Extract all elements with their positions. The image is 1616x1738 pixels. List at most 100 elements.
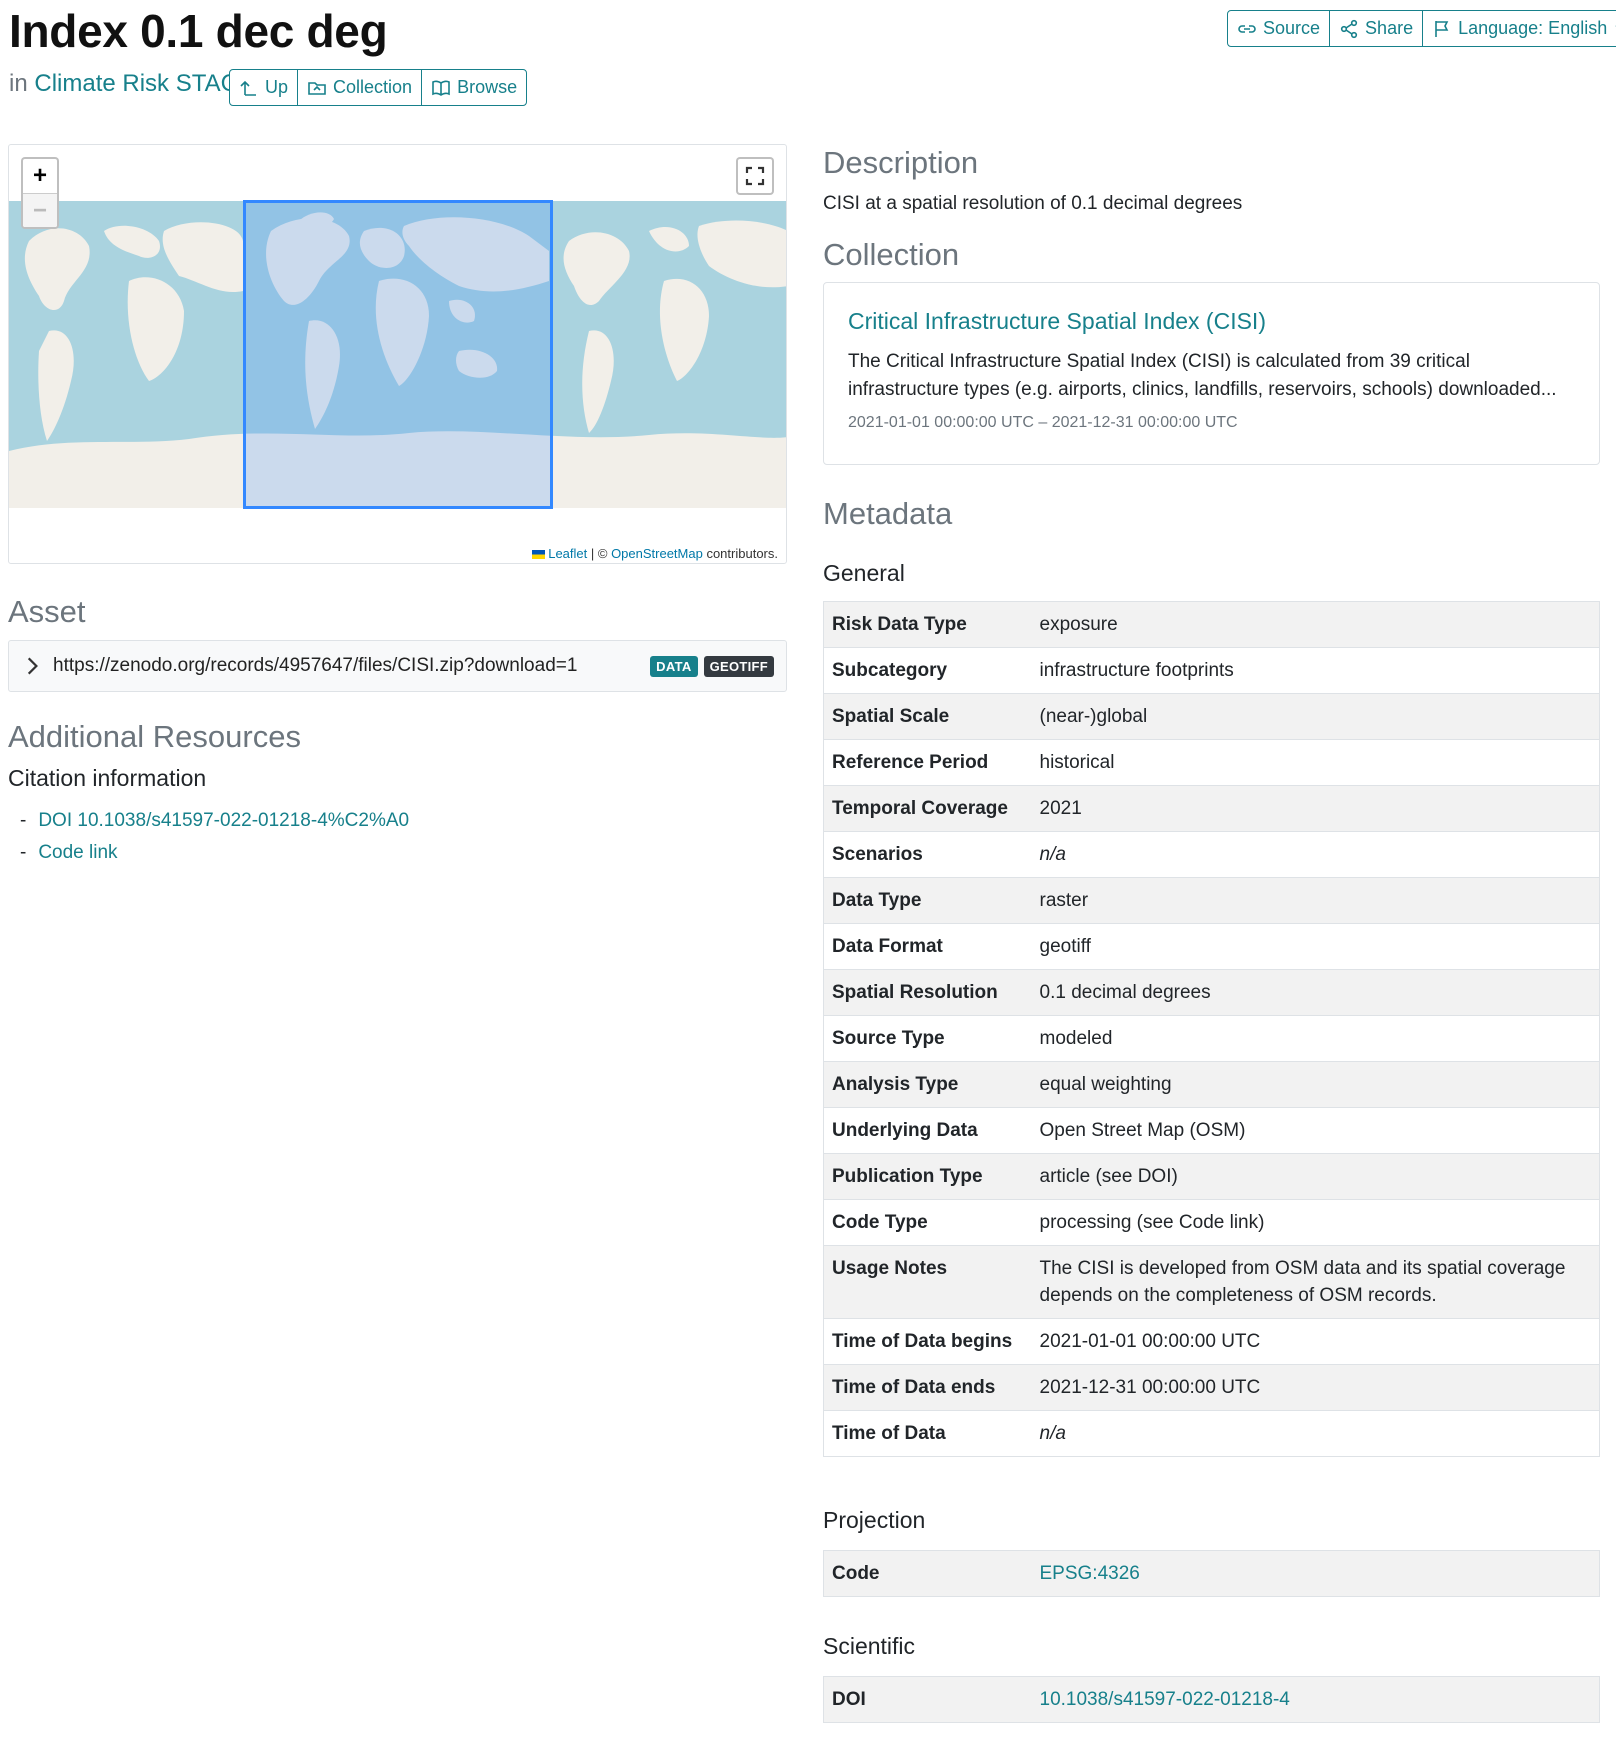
catalog-link[interactable]: Climate Risk STAC (34, 70, 238, 97)
share-button-label: Share (1365, 18, 1414, 38)
table-row: Time of Data begins 2021-01-01 00:00:00 U… (823, 1318, 1600, 1365)
attribution-suffix: contributors. (702, 546, 778, 561)
zoom-out-button[interactable]: − (23, 193, 57, 227)
fullscreen-icon (745, 166, 765, 186)
metadata-value: 10.1038/s41597-022-01218-4 (1031, 1676, 1600, 1723)
table-row: Risk Data Type exposure (823, 601, 1600, 648)
metadata-value: Open Street Map (OSM) (1031, 1107, 1600, 1154)
table-row: Temporal Coverage 2021 (823, 785, 1600, 832)
metadata-value: 2021-12-31 00:00:00 UTC (1031, 1364, 1600, 1411)
attribution-separator: | © (587, 546, 612, 561)
geotiff-badge: GEOTIFF (703, 655, 774, 677)
metadata-value: exposure (1031, 601, 1600, 648)
metadata-value-link[interactable]: 10.1038/s41597-022-01218-4 (1040, 1689, 1290, 1710)
continents-right (563, 220, 786, 433)
list-item: - Code link (20, 837, 409, 869)
scientific-heading: Scientific (823, 1633, 916, 1659)
leaflet-link[interactable]: Leaflet (548, 546, 587, 561)
metadata-key: DOI (823, 1676, 1032, 1723)
collection-button[interactable]: Collection (298, 70, 423, 105)
metadata-value: article (see DOI) (1031, 1153, 1600, 1200)
collection-card: Critical Infrastructure Spatial Index (C… (823, 282, 1600, 465)
language-dropdown[interactable]: Language: English ▼ (1423, 11, 1616, 46)
share-icon (1340, 19, 1358, 38)
metadata-value: processing (see Code link) (1031, 1199, 1600, 1246)
osm-link[interactable]: OpenStreetMap (611, 546, 703, 561)
description-text: CISI at a spatial resolution of 0.1 deci… (823, 193, 1243, 214)
table-row: Spatial Resolution 0.1 decimal degrees (823, 969, 1600, 1016)
item-bounding-box[interactable] (243, 200, 553, 509)
table-row: Reference Period historical (823, 739, 1600, 786)
table-row: Analysis Type equal weighting (823, 1061, 1600, 1108)
metadata-heading: Metadata (823, 496, 953, 531)
table-row: Data Type raster (823, 877, 1600, 924)
metadata-key: Analysis Type (823, 1061, 1032, 1108)
ukraine-flag-icon (532, 550, 546, 560)
table-row: Subcategory infrastructure footprints (823, 647, 1600, 694)
table-row: Spatial Scale (near-)global (823, 693, 1600, 740)
folder-icon (308, 81, 326, 95)
code-link[interactable]: Code link (38, 842, 117, 863)
metadata-key: Usage Notes (823, 1245, 1032, 1319)
collection-title-link[interactable]: Critical Infrastructure Spatial Index (C… (848, 308, 1575, 335)
metadata-value: geotiff (1031, 923, 1600, 970)
up-button[interactable]: Up (230, 70, 299, 105)
in-prefix: in (9, 70, 28, 97)
metadata-key: Scenarios (823, 831, 1032, 878)
metadata-key: Spatial Resolution (823, 969, 1032, 1016)
metadata-key: Time of Data (823, 1410, 1032, 1457)
metadata-key: Publication Type (823, 1153, 1032, 1200)
metadata-value: modeled (1031, 1015, 1600, 1062)
metadata-value: infrastructure footprints (1031, 647, 1600, 694)
source-button[interactable]: Source (1228, 11, 1331, 46)
share-button[interactable]: Share (1330, 11, 1424, 46)
table-row: Time of Data n/a (823, 1410, 1600, 1457)
up-button-label: Up (265, 77, 289, 97)
metadata-key: Data Type (823, 877, 1032, 924)
table-row: Underlying Data Open Street Map (OSM) (823, 1107, 1600, 1154)
collection-button-label: Collection (333, 77, 413, 97)
metadata-key: Source Type (823, 1015, 1032, 1062)
projection-heading: Projection (823, 1507, 926, 1533)
browse-button[interactable]: Browse (422, 70, 526, 105)
metadata-key: Subcategory (823, 647, 1032, 694)
general-metadata-table: Risk Data Type exposure Subcategory infrast… (823, 601, 1600, 1457)
table-row: Usage Notes The CISI is developed from OS… (823, 1245, 1600, 1319)
flag-icon (1435, 20, 1449, 37)
list-item: - DOI 10.1038/s41597-022-01218-4%C2%A0 (20, 805, 409, 837)
asset-item[interactable]: https://zenodo.org/records/4957647/files… (8, 640, 787, 692)
metadata-value: (near-)global (1031, 693, 1600, 740)
table-row: Code EPSG:4326 (823, 1550, 1600, 1597)
parent-catalog-line: in Climate Risk STAC (9, 70, 238, 98)
list-dash: - (20, 810, 27, 831)
table-row: Scenarios n/a (823, 831, 1600, 878)
fullscreen-button[interactable] (736, 157, 774, 195)
page-title: Index 0.1 dec deg (9, 5, 388, 57)
doi-link[interactable]: DOI 10.1038/s41597-022-01218-4%C2%A0 (38, 810, 409, 831)
metadata-value-link[interactable]: EPSG:4326 (1040, 1563, 1140, 1584)
zoom-in-button[interactable]: + (23, 159, 57, 193)
asset-heading: Asset (8, 594, 86, 629)
table-row: Data Format geotiff (823, 923, 1600, 970)
metadata-value: raster (1031, 877, 1600, 924)
collection-heading: Collection (823, 237, 960, 272)
metadata-key: Code Type (823, 1199, 1032, 1246)
metadata-value: n/a (1031, 831, 1600, 878)
metadata-key: Code (823, 1550, 1032, 1597)
map-view[interactable]: + − Leaflet | © OpenStreetMap contributo… (8, 144, 787, 564)
book-icon (432, 80, 450, 96)
data-badge: DATA (650, 655, 698, 677)
additional-resources-heading: Additional Resources (8, 719, 301, 754)
tool-button-group: Source Share Language: English ▼ (1227, 10, 1616, 47)
source-button-label: Source (1263, 18, 1321, 38)
link-icon (1238, 24, 1256, 33)
navigation-button-group: Up Collection Browse (229, 69, 528, 106)
resource-list: - DOI 10.1038/s41597-022-01218-4%C2%A0 -C… (20, 805, 409, 869)
metadata-key: Time of Data begins (823, 1318, 1032, 1365)
table-row: Source Type modeled (823, 1015, 1600, 1062)
metadata-key: Reference Period (823, 739, 1032, 786)
map-attribution: Leaflet | © OpenStreetMap contributors. (530, 546, 780, 561)
metadata-value: n/a (1031, 1410, 1600, 1457)
citation-heading: Citation information (8, 765, 207, 791)
arrow-up-icon (240, 80, 256, 96)
